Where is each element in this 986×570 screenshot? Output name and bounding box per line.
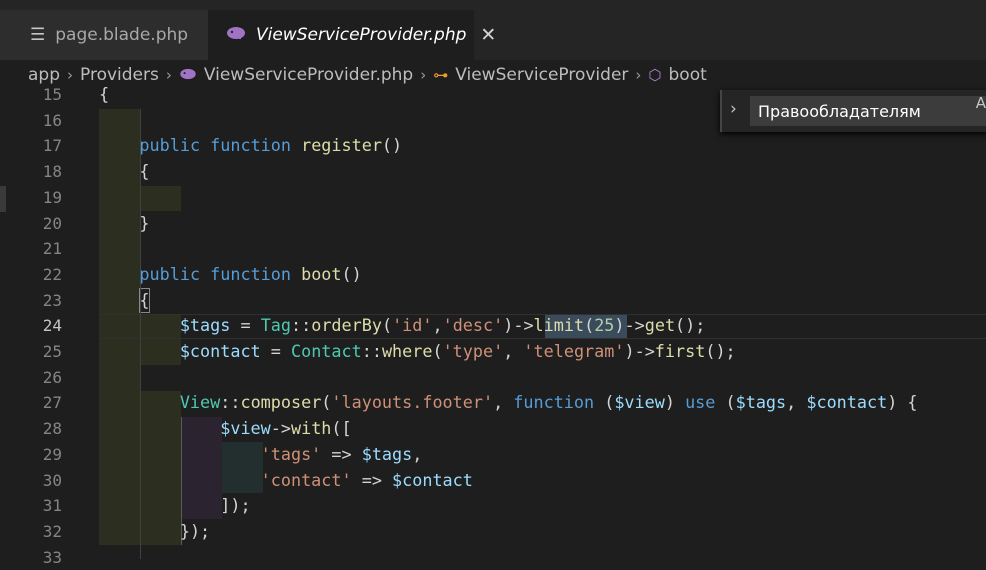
- method-cube-icon: ⬡: [648, 66, 662, 84]
- tab-bar: ☰ page.blade.php ViewServiceProvider.php…: [0, 10, 986, 60]
- tab-label: page.blade.php: [55, 25, 189, 45]
- find-input[interactable]: Правообладателям: [750, 96, 986, 126]
- line-number: 30: [42, 470, 62, 490]
- code-line[interactable]: $tags = Tag::orderBy('id','desc')->limit…: [99, 313, 706, 339]
- chevron-right-icon: ›: [165, 66, 172, 84]
- breadcrumb-item-file[interactable]: ViewServiceProvider.php: [204, 65, 413, 85]
- chevron-right-icon: ›: [420, 66, 427, 84]
- breadcrumb-item-providers[interactable]: Providers: [80, 65, 159, 85]
- code-line[interactable]: {: [99, 82, 109, 108]
- class-symbol-icon: ⊶: [433, 66, 449, 84]
- php-elephant-icon: [226, 25, 246, 45]
- window-top-strip: [0, 0, 986, 10]
- close-icon[interactable]: ✕: [480, 24, 496, 46]
- line-number: 31: [42, 496, 62, 516]
- indent-highlight: [140, 186, 181, 211]
- tab-view-service-provider[interactable]: ViewServiceProvider.php ✕: [208, 10, 496, 60]
- code-line[interactable]: });: [99, 519, 210, 545]
- line-number: 27: [42, 393, 62, 413]
- scrollbar-marker[interactable]: [0, 186, 6, 212]
- code-line[interactable]: ]);: [99, 493, 250, 519]
- tab-label: ViewServiceProvider.php: [256, 25, 467, 45]
- code-line[interactable]: $view->with([: [99, 416, 351, 442]
- code-line[interactable]: {: [99, 288, 149, 314]
- line-number: 20: [42, 213, 62, 233]
- breadcrumb-item-class[interactable]: ViewServiceProvider: [455, 65, 628, 85]
- line-number: 33: [42, 547, 62, 567]
- code-editor[interactable]: 15 {16 17 public function register() 18 {19…: [0, 84, 986, 567]
- line-number: 32: [42, 521, 62, 541]
- line-number: 26: [42, 367, 62, 387]
- code-line[interactable]: 'tags' => $tags,: [99, 442, 423, 468]
- text-file-icon: ☰: [30, 25, 46, 45]
- php-elephant-icon: [179, 66, 197, 84]
- line-number: 29: [42, 444, 62, 464]
- code-line[interactable]: $contact = Contact::where('type', 'teleg…: [99, 339, 736, 365]
- line-number: 19: [42, 187, 62, 207]
- chevron-right-icon: ›: [635, 66, 642, 84]
- code-line[interactable]: public function register(): [99, 133, 402, 159]
- line-number: 16: [42, 110, 62, 130]
- find-widget: › Правообладателям A: [720, 90, 986, 132]
- code-line[interactable]: {: [99, 159, 149, 185]
- chevron-right-icon[interactable]: ›: [730, 99, 737, 119]
- breadcrumb: app › Providers › ViewServiceProvider.ph…: [0, 62, 986, 88]
- line-number: 24: [42, 316, 62, 336]
- line-number: 28: [42, 419, 62, 439]
- line-number: 18: [42, 162, 62, 182]
- tab-page-blade[interactable]: ☰ page.blade.php: [0, 10, 208, 60]
- line-number: 21: [42, 239, 62, 259]
- code-line[interactable]: View::composer('layouts.footer', functio…: [99, 390, 918, 416]
- match-case-icon[interactable]: A: [976, 94, 986, 112]
- chevron-right-icon: ›: [67, 66, 73, 84]
- code-line[interactable]: 'contact' => $contact: [99, 468, 473, 494]
- line-number: 17: [42, 136, 62, 156]
- line-number: 22: [42, 264, 62, 284]
- line-number: 25: [42, 342, 62, 361]
- breadcrumb-item-method[interactable]: boot: [669, 65, 707, 85]
- code-line[interactable]: public function boot(): [99, 262, 361, 288]
- code-line[interactable]: }: [99, 211, 149, 237]
- line-number: 15: [42, 85, 62, 104]
- line-number: 23: [42, 290, 62, 310]
